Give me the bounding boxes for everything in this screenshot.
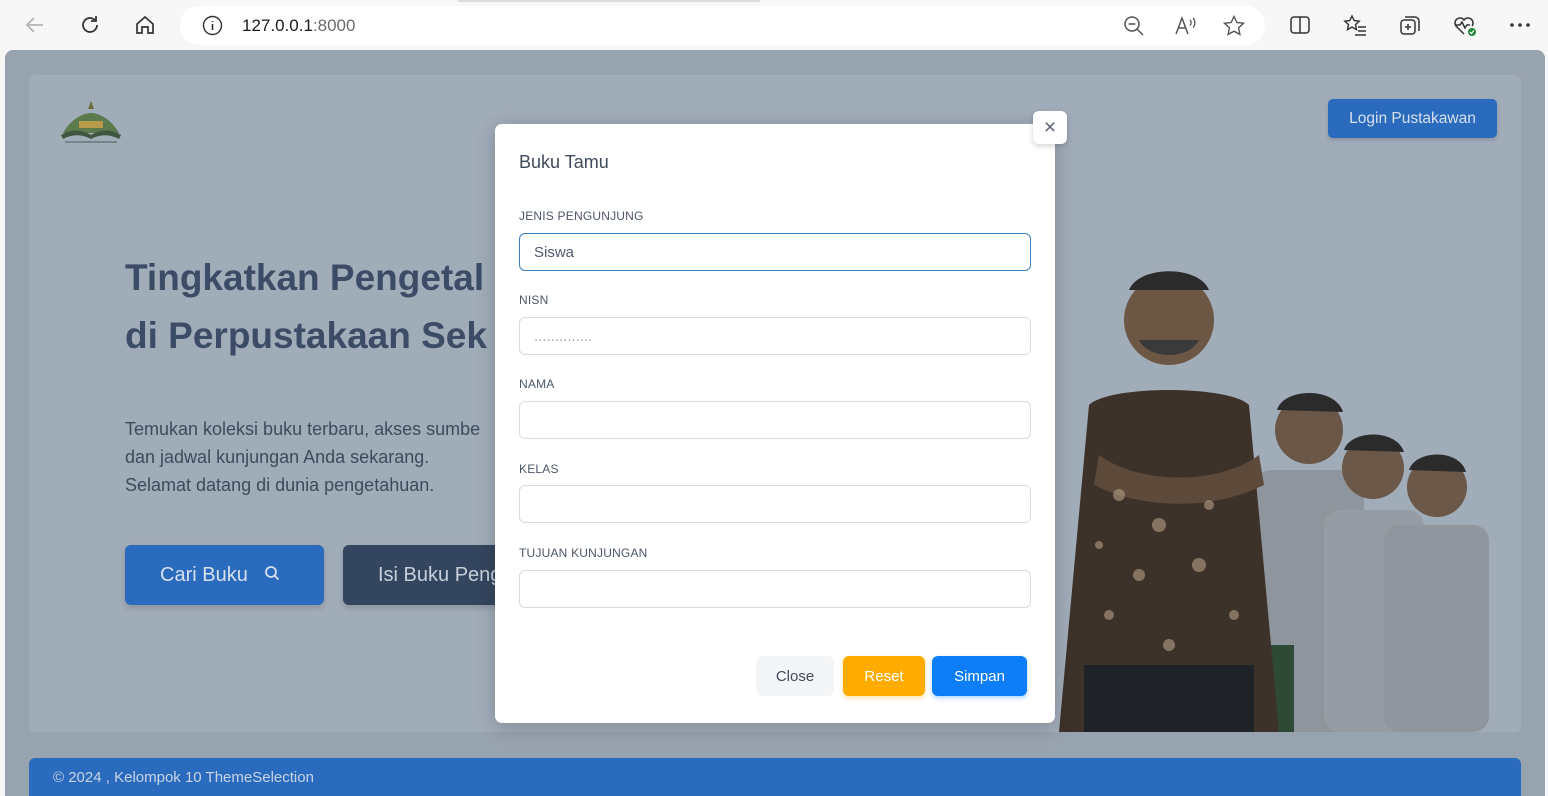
footer-copyright: © 2024 , Kelompok 10 ThemeSelection: [53, 769, 314, 786]
split-screen-icon[interactable]: [1285, 10, 1315, 40]
nama-input[interactable]: [519, 401, 1031, 439]
tujuan-kunjungan-label: TUJUAN KUNJUNGAN: [519, 546, 648, 560]
hero-desc-line-2: dan jadwal kunjungan Anda sekarang.: [125, 447, 430, 467]
hero-desc-line-1: Temukan koleksi buku terbaru, akses sumb…: [125, 419, 481, 439]
home-icon[interactable]: [130, 10, 160, 40]
login-pustakawan-button[interactable]: Login Pustakawan: [1328, 99, 1497, 138]
hero-title-line-2: di Perpustakaan Sek: [125, 315, 487, 356]
cari-buku-label: Cari Buku: [160, 563, 248, 586]
info-icon[interactable]: [202, 15, 223, 41]
modal-title: Buku Tamu: [519, 152, 609, 172]
back-icon[interactable]: [20, 10, 50, 40]
kelas-input[interactable]: [519, 485, 1031, 523]
jenis-pengunjung-input[interactable]: [519, 233, 1031, 271]
collections-icon[interactable]: [1395, 10, 1425, 40]
zoom-out-icon[interactable]: [1123, 15, 1145, 42]
buku-tamu-modal: Buku Tamu JENIS PENGUNJUNG NISN NAMA KEL…: [495, 124, 1055, 723]
nisn-label: NISN: [519, 293, 549, 307]
browser-toolbar: 127.0.0.1:8000: [0, 0, 1548, 50]
tujuan-kunjungan-input[interactable]: [519, 570, 1031, 608]
nama-label: NAMA: [519, 377, 555, 391]
nisn-input[interactable]: [519, 317, 1031, 355]
read-aloud-icon[interactable]: [1174, 15, 1198, 42]
cari-buku-button[interactable]: Cari Buku: [125, 545, 324, 605]
more-options-icon[interactable]: [1505, 10, 1535, 40]
address-bar[interactable]: 127.0.0.1:8000: [180, 6, 1265, 45]
jenis-pengunjung-label: JENIS PENGUNJUNG: [519, 209, 644, 223]
hero-desc-line-3: Selamat datang di dunia pengetahuan.: [125, 475, 435, 495]
school-logo: [57, 97, 125, 147]
simpan-button[interactable]: Simpan: [932, 656, 1027, 696]
refresh-icon[interactable]: [75, 10, 105, 40]
search-icon: [264, 564, 280, 587]
url-text: 127.0.0.1:8000: [242, 16, 356, 35]
favorites-list-icon[interactable]: [1340, 10, 1370, 40]
kelas-label: KELAS: [519, 462, 559, 476]
favorite-star-icon[interactable]: [1222, 14, 1246, 43]
isi-buku-label: Isi Buku Peng: [378, 563, 502, 586]
reset-button[interactable]: Reset: [843, 656, 925, 696]
close-icon[interactable]: ×: [1033, 111, 1067, 144]
browser-essentials-icon[interactable]: [1450, 10, 1480, 40]
tab-strip: [458, 0, 760, 2]
close-button[interactable]: Close: [756, 656, 834, 696]
footer: © 2024 , Kelompok 10 ThemeSelection: [29, 758, 1521, 796]
hero-title: Tingkatkan Pengetal di Perpustakaan Sek: [125, 249, 487, 365]
hero-description: Temukan koleksi buku terbaru, akses sumb…: [125, 415, 480, 499]
hero-title-line-1: Tingkatkan Pengetal: [125, 257, 485, 298]
